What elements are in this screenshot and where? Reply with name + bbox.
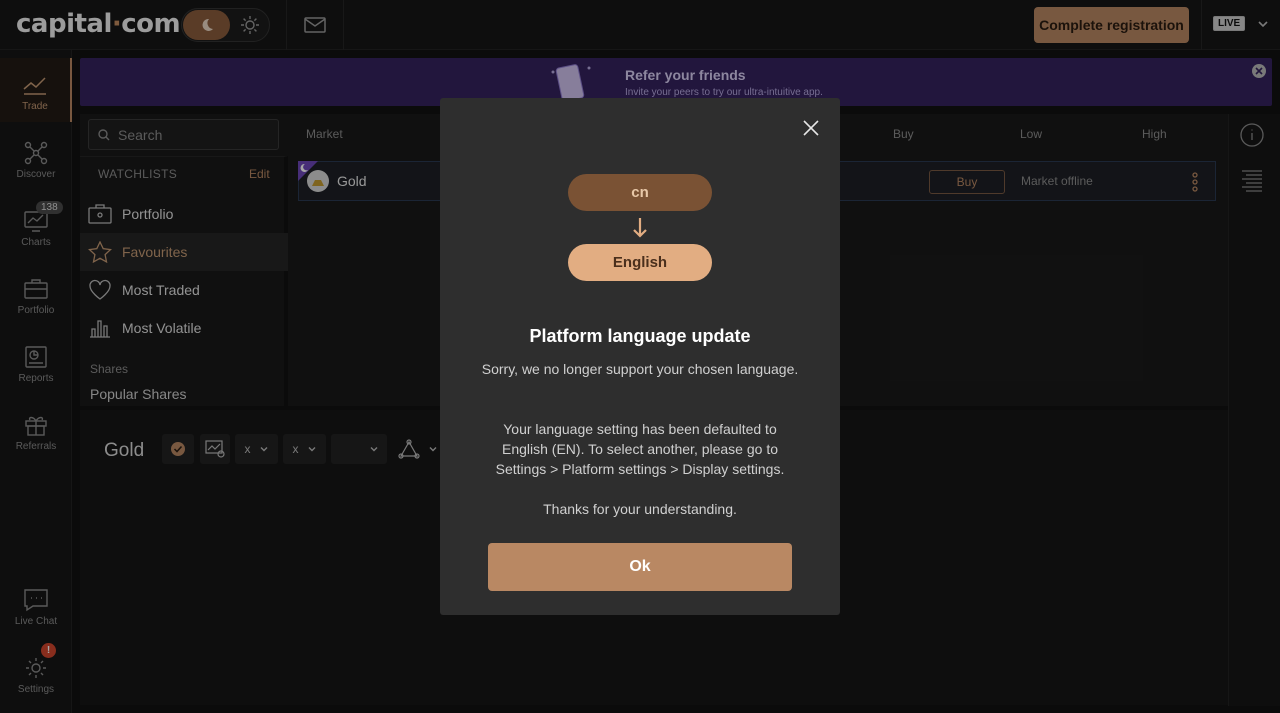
arrow-down-icon bbox=[633, 218, 647, 238]
dialog-message-2: Your language setting has been defaulted… bbox=[495, 421, 785, 477]
dialog-message-1: Sorry, we no longer support your chosen … bbox=[481, 361, 799, 377]
dialog-title: Platform language update bbox=[529, 326, 751, 346]
dialog-message-3: Thanks for your understanding. bbox=[543, 501, 737, 517]
previous-language-pill: cn bbox=[568, 174, 712, 211]
ok-button[interactable]: Ok bbox=[488, 543, 792, 591]
close-icon[interactable] bbox=[801, 118, 821, 138]
new-language-pill: English bbox=[568, 244, 712, 281]
language-update-dialog: cn English Platform language update Sorr… bbox=[440, 98, 840, 615]
